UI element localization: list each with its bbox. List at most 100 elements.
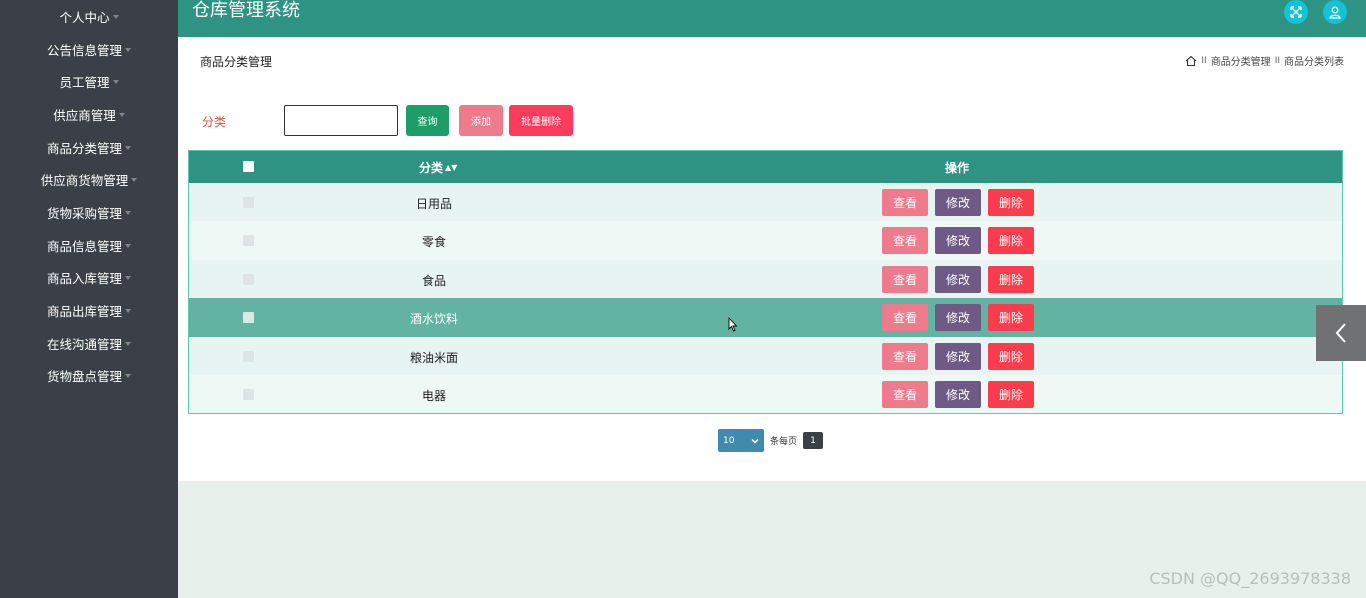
chevron-down-icon: [751, 438, 759, 443]
delete-button[interactable]: 删除: [988, 189, 1034, 216]
view-button[interactable]: 查看: [882, 189, 928, 216]
table-row: 粮油米面 查看 修改 删除: [189, 336, 1342, 375]
breadcrumb-item-category-list: 商品分类列表: [1284, 57, 1344, 68]
table-row: 电器 查看 修改 删除: [189, 374, 1342, 414]
bulk-delete-button[interactable]: 批量删除: [509, 105, 573, 136]
chevron-left-icon: [1335, 323, 1346, 343]
sidebar-item-label: 员工管理: [59, 75, 110, 91]
edit-button[interactable]: 修改: [935, 342, 981, 370]
category-filter-label: 分类: [202, 115, 227, 129]
row-checkbox[interactable]: [243, 312, 254, 324]
user-icon: [1329, 6, 1341, 19]
side-panel-toggle[interactable]: [1316, 305, 1366, 361]
sort-icon[interactable]: ▲▼: [445, 163, 457, 172]
page-size-select[interactable]: 10: [718, 429, 764, 452]
sidebar-item-supplier-goods[interactable]: 供应商货物管理: [0, 163, 178, 196]
view-button[interactable]: 查看: [882, 265, 928, 293]
view-button[interactable]: 查看: [882, 380, 928, 408]
sidebar-item-outbound[interactable]: 商品出库管理: [0, 294, 178, 327]
user-menu-button[interactable]: [1323, 0, 1347, 24]
table-row: 食品 查看 修改 删除: [189, 259, 1342, 299]
category-table: 分类 ▲▼ 操作 日用品 查看 修改 删除 零食 查看 修改 删除 食品 查看 …: [188, 150, 1343, 415]
home-icon[interactable]: [1185, 55, 1197, 67]
main-panel: 商品分类管理 II 商品分类管理 II 商品分类列表 分类 查询 添加 批量删除…: [178, 37, 1366, 481]
caret-down-icon: [131, 178, 138, 183]
mouse-cursor-icon: [728, 317, 738, 332]
fullscreen-button[interactable]: [1284, 0, 1308, 24]
category-cell: 食品: [421, 273, 446, 288]
caret-down-icon: [125, 341, 131, 346]
breadcrumb-separator: II: [1274, 55, 1280, 66]
page-number-current[interactable]: 1: [803, 432, 824, 449]
row-checkbox[interactable]: [243, 273, 254, 285]
search-button[interactable]: 查询: [406, 105, 449, 136]
sidebar-item-products[interactable]: 商品信息管理: [0, 229, 178, 262]
sidebar-item-label: 货物采购管理: [46, 205, 122, 221]
category-search-input[interactable]: [284, 105, 398, 136]
caret-down-icon: [125, 276, 131, 281]
row-checkbox[interactable]: [243, 197, 254, 208]
sidebar-item-employees[interactable]: 员工管理: [0, 65, 178, 98]
add-button[interactable]: 添加: [459, 105, 503, 136]
breadcrumb: II 商品分类管理 II 商品分类列表: [1185, 53, 1344, 68]
delete-button[interactable]: 删除: [988, 342, 1034, 370]
edit-button[interactable]: 修改: [935, 189, 981, 216]
delete-button[interactable]: 删除: [988, 265, 1034, 293]
sidebar-item-label: 在线沟通管理: [46, 336, 122, 352]
breadcrumb-item-category-management[interactable]: 商品分类管理: [1211, 53, 1271, 68]
row-actions: 查看 修改 删除: [882, 304, 1034, 332]
sidebar: 个人中心 公告信息管理 员工管理 供应商管理 商品分类管理 供应商货物管理 货物…: [0, 0, 178, 598]
delete-button[interactable]: 删除: [988, 304, 1034, 332]
row-checkbox[interactable]: [243, 235, 254, 247]
row-checkbox[interactable]: [243, 388, 254, 400]
view-button[interactable]: 查看: [882, 227, 928, 255]
delete-button[interactable]: 删除: [988, 380, 1034, 408]
fullscreen-icon: [1290, 6, 1302, 18]
page-size-value: 10: [723, 435, 735, 446]
sidebar-item-label: 个人中心: [59, 9, 110, 25]
sidebar-item-label: 商品出库管理: [46, 304, 122, 320]
edit-button[interactable]: 修改: [935, 265, 981, 293]
edit-button[interactable]: 修改: [935, 380, 981, 408]
category-cell: 日用品: [415, 197, 452, 211]
sidebar-item-label: 商品信息管理: [46, 238, 122, 254]
caret-down-icon: [125, 47, 131, 52]
category-cell: 电器: [421, 388, 446, 403]
table-row: 日用品 查看 修改 删除: [189, 183, 1342, 222]
column-header-category-label: 分类: [419, 161, 444, 175]
row-actions: 查看 修改 删除: [882, 342, 1034, 370]
view-button[interactable]: 查看: [882, 342, 928, 370]
category-cell: 酒水饮料: [409, 312, 458, 327]
sidebar-item-label: 商品入库管理: [46, 271, 122, 287]
sidebar-item-label: 供应商管理: [53, 107, 116, 123]
sidebar-item-chat[interactable]: 在线沟通管理: [0, 327, 178, 360]
row-actions: 查看 修改 删除: [882, 227, 1034, 255]
column-header-category[interactable]: 分类 ▲▼: [419, 159, 457, 176]
view-button[interactable]: 查看: [882, 304, 928, 332]
caret-down-icon: [125, 309, 131, 314]
sidebar-item-label: 商品分类管理: [46, 140, 122, 156]
row-actions: 查看 修改 删除: [882, 189, 1034, 216]
sidebar-item-purchasing[interactable]: 货物采购管理: [0, 196, 178, 229]
page-title: 商品分类管理: [200, 55, 273, 69]
table-header: 分类 ▲▼ 操作: [189, 151, 1342, 183]
sidebar-item-inbound[interactable]: 商品入库管理: [0, 262, 178, 295]
caret-down-icon: [118, 112, 125, 117]
sidebar-item-announcements[interactable]: 公告信息管理: [0, 33, 178, 66]
category-cell: 零食: [421, 235, 446, 250]
delete-button[interactable]: 删除: [988, 227, 1034, 255]
edit-button[interactable]: 修改: [935, 227, 981, 255]
caret-down-icon: [125, 210, 131, 215]
sidebar-item-categories[interactable]: 商品分类管理: [0, 131, 178, 164]
category-cell: 粮油米面: [409, 350, 458, 365]
sidebar-item-inventory-check[interactable]: 货物盘点管理: [0, 360, 178, 393]
sidebar-item-label: 供应商货物管理: [40, 173, 129, 189]
row-checkbox[interactable]: [243, 350, 254, 362]
select-all-checkbox[interactable]: [243, 161, 254, 172]
table-row: 零食 查看 修改 删除: [189, 221, 1342, 260]
sidebar-item-suppliers[interactable]: 供应商管理: [0, 98, 178, 131]
pagination: 10 条每页 1: [718, 429, 824, 452]
edit-button[interactable]: 修改: [935, 304, 981, 332]
caret-down-icon: [112, 14, 119, 19]
sidebar-item-personal-center[interactable]: 个人中心: [0, 0, 178, 33]
